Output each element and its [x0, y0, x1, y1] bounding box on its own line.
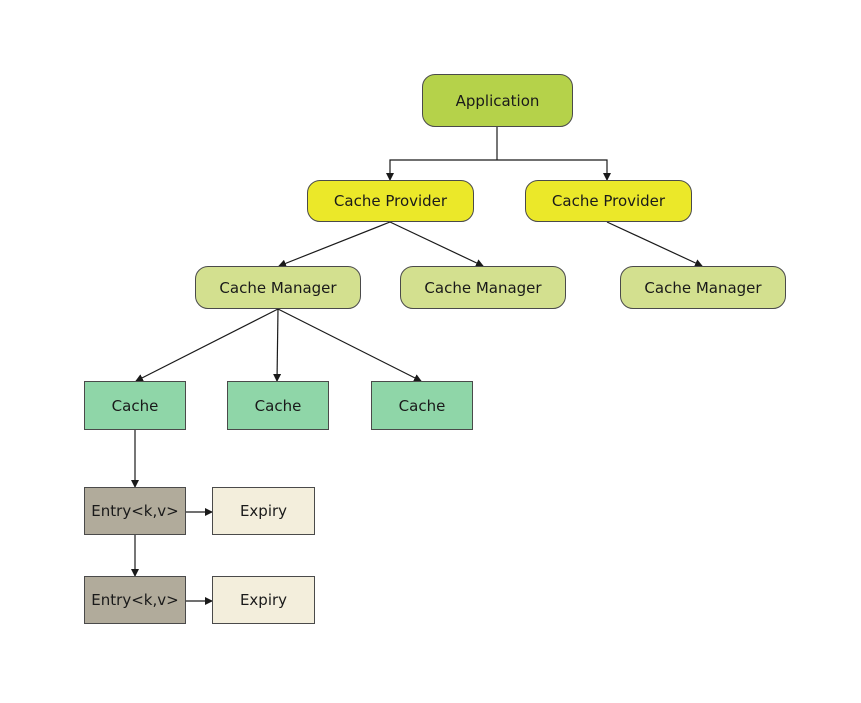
cache-label: Cache: [254, 396, 302, 415]
cache-provider-label: Cache Provider: [333, 192, 448, 210]
cache-node-3: Cache: [371, 381, 473, 430]
edge-manager-1-to-cache-1: [135, 308, 279, 382]
cache-manager-label: Cache Manager: [424, 278, 542, 297]
expiry-label: Expiry: [239, 591, 288, 609]
edge-provider-1-to-manager-2: [389, 221, 484, 267]
cache-label: Cache: [111, 396, 159, 415]
expiry-node-2: Expiry: [212, 576, 315, 624]
cache-node-1: Cache: [84, 381, 186, 430]
edge-app-to-provider-1: [386, 159, 497, 181]
cache-manager-label: Cache Manager: [219, 278, 337, 297]
cache-provider-node-1: Cache Provider: [307, 180, 474, 222]
cache-manager-node-1: Cache Manager: [195, 266, 361, 309]
entry-label: Entry<k,v>: [91, 591, 179, 609]
entry-node-1: Entry<k,v>: [84, 487, 186, 535]
cache-manager-label: Cache Manager: [644, 278, 762, 297]
cache-manager-node-3: Cache Manager: [620, 266, 786, 309]
edge-provider-2-to-manager-3: [606, 221, 703, 267]
cache-provider-node-2: Cache Provider: [525, 180, 692, 222]
application-node: Application: [422, 74, 573, 127]
expiry-label: Expiry: [239, 502, 288, 520]
edge-manager-1-to-cache-2: [273, 308, 282, 382]
cache-label: Cache: [398, 396, 446, 415]
application-label: Application: [455, 91, 540, 110]
expiry-node-1: Expiry: [212, 487, 315, 535]
entry-label: Entry<k,v>: [91, 502, 179, 520]
edge-manager-1-to-cache-3: [277, 308, 422, 382]
cache-node-2: Cache: [227, 381, 329, 430]
cache-manager-node-2: Cache Manager: [400, 266, 566, 309]
entry-node-2: Entry<k,v>: [84, 576, 186, 624]
edge-provider-1-to-manager-1: [278, 221, 391, 268]
cache-provider-label: Cache Provider: [551, 192, 666, 210]
edge-app-to-provider-2: [497, 159, 611, 181]
